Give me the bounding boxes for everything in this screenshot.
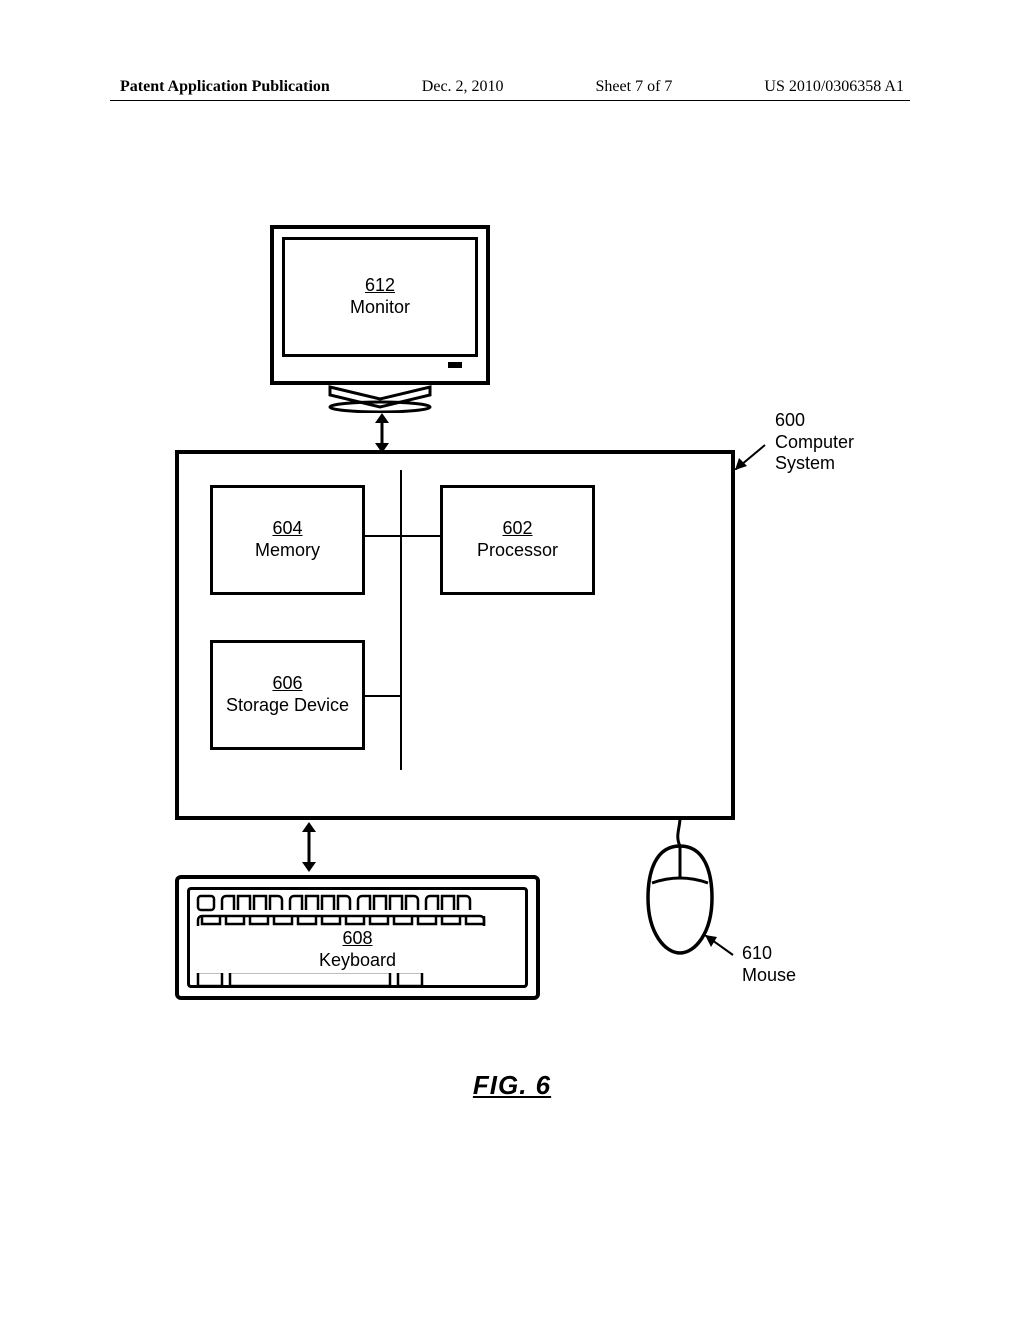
system-ref: 600 <box>775 410 805 430</box>
header-date: Dec. 2, 2010 <box>422 78 504 96</box>
header-sheet: Sheet 7 of 7 <box>596 78 673 96</box>
monitor-stand-icon <box>325 385 435 413</box>
mouse-ref: 610 <box>742 943 772 963</box>
bus-to-storage-line <box>365 695 400 697</box>
system-leader-icon <box>735 440 775 470</box>
header-pubno: US 2010/0306358 A1 <box>764 78 904 96</box>
page-header: Patent Application Publication Dec. 2, 2… <box>0 78 1024 96</box>
storage-label: Storage Device <box>226 695 349 717</box>
header-rule <box>110 100 910 101</box>
monitor-power-button-icon <box>448 362 462 368</box>
processor-label: Processor <box>477 540 558 562</box>
processor-box: 602 Processor <box>440 485 595 595</box>
processor-ref: 602 <box>502 518 532 540</box>
mouse-callout: 610 Mouse <box>742 943 796 986</box>
figure: 612 Monitor 600 Computer System 604 <box>150 225 870 1035</box>
mouse-label: Mouse <box>742 965 796 985</box>
monitor-system-connector-icon <box>375 413 389 453</box>
bus-vertical-line <box>400 470 402 770</box>
memory-box: 604 Memory <box>210 485 365 595</box>
monitor-ref: 612 <box>365 275 395 297</box>
mouse-leader-icon <box>705 935 740 960</box>
memory-label: Memory <box>255 540 320 562</box>
system-label2: System <box>775 453 835 473</box>
storage-box: 606 Storage Device <box>210 640 365 750</box>
monitor-screen: 612 Monitor <box>282 237 478 357</box>
keyboard-system-connector-icon <box>302 822 316 872</box>
memory-ref: 604 <box>272 518 302 540</box>
keyboard-inner: 608 Keyboard <box>187 887 528 988</box>
monitor-label: Monitor <box>350 297 410 319</box>
bus-to-memory-line <box>365 535 400 537</box>
figure-caption: FIG. 6 <box>0 1070 1024 1101</box>
system-callout: 600 Computer System <box>775 410 854 475</box>
storage-ref: 606 <box>272 673 302 695</box>
header-publication: Patent Application Publication <box>120 78 330 96</box>
keyboard-label: Keyboard <box>319 950 396 972</box>
system-label1: Computer <box>775 432 854 452</box>
bus-to-processor-line <box>402 535 440 537</box>
keyboard-ref: 608 <box>342 928 372 950</box>
